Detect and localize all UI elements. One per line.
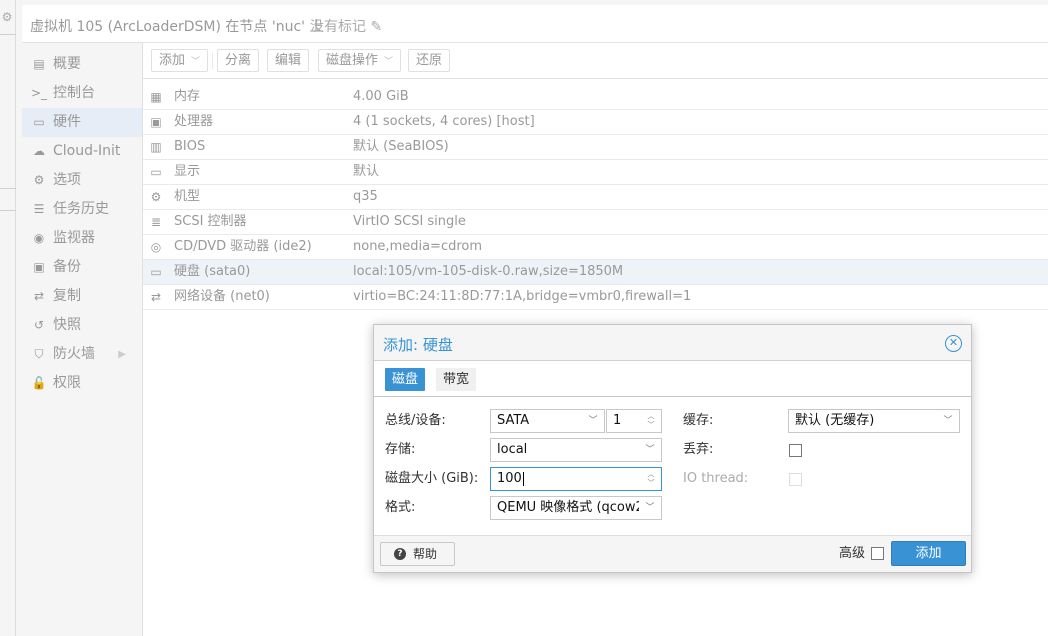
chevron-down-icon: ﹀ <box>639 439 661 461</box>
tab-disk[interactable]: 磁盘 <box>385 368 426 391</box>
iothread-checkbox <box>789 473 802 486</box>
advanced-label: 高级 <box>839 546 866 561</box>
page-title: 虚拟机 105 (ArcLoaderDSM) 在节点 'nuc' 上 <box>30 19 324 35</box>
revert-button[interactable]: 还原 <box>408 49 451 72</box>
toolbar: 添加 ﹀ 分离 编辑 磁盘操作 ﹀ 还原 <box>143 43 1048 79</box>
hardware-row-network[interactable]: ⇄ 网络设备 (net0) virtio=BC:24:11:8D:77:1A,bri… <box>143 285 1048 310</box>
sidebar-item-firewall[interactable]: ⛉ 防火墙 ▶ <box>22 340 142 369</box>
eye-icon: ◉ <box>33 231 45 245</box>
storage-label: 存储: <box>385 442 416 457</box>
advanced-checkbox[interactable] <box>871 547 884 560</box>
cpu-icon: ▣ <box>150 115 162 129</box>
storage-select[interactable]: local ﹀ <box>490 438 662 462</box>
device-number-spinner[interactable]: 1 ︿ ﹀ <box>606 409 662 433</box>
dialog-form: 总线/设备: SATA ﹀ 1 ︿ ﹀ 存储: local ﹀ 磁盘大小 (GiB): … <box>374 397 971 535</box>
chevron-down-icon: ﹀ <box>937 410 959 432</box>
help-button[interactable]: ? 帮助 <box>380 542 455 566</box>
cdrom-icon: ◎ <box>150 240 162 254</box>
divider <box>0 188 16 189</box>
text-cursor <box>522 471 524 486</box>
detach-button[interactable]: 分离 <box>217 49 260 72</box>
book-icon: ▤ <box>33 57 45 71</box>
hdd-icon: ▭ <box>150 265 162 279</box>
sidebar-item-backup[interactable]: ▣ 备份 <box>22 253 142 282</box>
add-button[interactable]: 添加 ﹀ <box>151 49 209 72</box>
list-icon: ☰ <box>33 202 45 216</box>
hardware-row-memory[interactable]: ▦ 内存 4.00 GiB <box>143 85 1048 110</box>
format-label: 格式: <box>385 500 416 515</box>
divider <box>0 210 16 211</box>
cogs-icon: ⚙ <box>150 190 162 204</box>
gear-icon[interactable]: ⚙ <box>0 10 14 24</box>
sidebar-item-monitor[interactable]: ◉ 监视器 <box>22 224 142 253</box>
terminal-icon: >_ <box>31 86 48 100</box>
chevron-down-icon: ﹀ <box>639 497 661 519</box>
add-harddisk-dialog: 添加: 硬盘 ✕ 磁盘 带宽 总线/设备: SATA ﹀ 1 ︿ ﹀ 存储: loca… <box>373 324 972 573</box>
sidebar-nav: ▤ 概要 >_ 控制台 ▭ 硬件 ☁ Cloud-Init ⚙ 选项 ☰ 任务历史 ◉ 监视器… <box>22 43 143 636</box>
memory-icon: ▦ <box>150 90 162 104</box>
discard-checkbox[interactable] <box>789 444 802 457</box>
cache-label: 缓存: <box>683 413 714 428</box>
left-strip: ⚙ <box>0 0 16 636</box>
sidebar-item-options[interactable]: ⚙ 选项 <box>22 166 142 195</box>
desktop-icon: ▭ <box>150 165 162 179</box>
gear-icon: ⚙ <box>33 173 45 187</box>
exchange-icon: ⇄ <box>150 290 162 304</box>
title-bar: 虚拟机 105 (ArcLoaderDSM) 在节点 'nuc' 上 没有标记 … <box>22 5 1048 43</box>
edit-button[interactable]: 编辑 <box>267 49 310 72</box>
retweet-icon: ⇄ <box>33 289 45 303</box>
chevron-down-icon: ﹀ <box>582 410 604 432</box>
dialog-header: 添加: 硬盘 ✕ <box>374 325 971 361</box>
bus-label: 总线/设备: <box>385 413 446 428</box>
unlock-icon: 🔓 <box>31 376 47 390</box>
sidebar-item-snapshots[interactable]: ↺ 快照 <box>22 311 142 340</box>
close-icon[interactable]: ✕ <box>945 335 962 352</box>
microchip-icon: ▥ <box>150 140 162 154</box>
chevron-down-icon: ﹀ <box>384 57 394 67</box>
hardware-row-machine[interactable]: ⚙ 机型 q35 <box>143 185 1048 210</box>
sidebar-item-task-history[interactable]: ☰ 任务历史 <box>22 195 142 224</box>
sidebar-item-console[interactable]: >_ 控制台 <box>22 79 142 108</box>
database-icon: ≣ <box>150 215 162 229</box>
sidebar-item-cloudinit[interactable]: ☁ Cloud-Init <box>22 137 142 166</box>
spinner-arrows-icon[interactable]: ︿ ﹀ <box>641 468 661 490</box>
sidebar-item-hardware[interactable]: ▭ 硬件 <box>22 108 142 137</box>
pencil-icon: ✎ <box>370 19 383 35</box>
divider <box>0 34 16 35</box>
add-confirm-button[interactable]: 添加 <box>891 541 966 566</box>
cache-select[interactable]: 默认 (无缓存) ﹀ <box>788 409 960 433</box>
tab-bandwidth[interactable]: 带宽 <box>436 368 477 391</box>
bus-select[interactable]: SATA ﹀ <box>490 409 605 433</box>
shield-icon: ⛉ <box>34 347 44 361</box>
dialog-tabs: 磁盘 带宽 <box>374 361 971 397</box>
dialog-footer: ? 帮助 高级 添加 <box>374 535 971 572</box>
iothread-label: IO thread: <box>683 471 749 486</box>
hardware-row-cdrom[interactable]: ◎ CD/DVD 驱动器 (ide2) none,media=cdrom <box>143 235 1048 260</box>
hardware-row-cpu[interactable]: ▣ 处理器 4 (1 sockets, 4 cores) [host] <box>143 110 1048 135</box>
sidebar-item-replication[interactable]: ⇄ 复制 <box>22 282 142 311</box>
disk-action-button[interactable]: 磁盘操作 ﹀ <box>318 49 402 72</box>
tag-edit[interactable]: 没有标记 ✎ <box>310 16 382 36</box>
floppy-icon: ▣ <box>33 260 45 274</box>
discard-label: 丢弃: <box>683 442 714 457</box>
chevron-right-icon: ▶ <box>118 349 126 360</box>
hardware-row-bios[interactable]: ▥ BIOS 默认 (SeaBIOS) <box>143 135 1048 160</box>
chevron-down-icon: ﹀ <box>191 57 201 67</box>
dialog-title: 添加: 硬盘 <box>383 336 453 354</box>
sidebar-item-permissions[interactable]: 🔓 权限 <box>22 369 142 398</box>
disk-size-input[interactable]: 100 ︿ ﹀ <box>490 467 662 491</box>
hardware-row-scsi[interactable]: ≣ SCSI 控制器 VirtIO SCSI single <box>143 210 1048 235</box>
disk-size-label: 磁盘大小 (GiB): <box>385 471 479 486</box>
hardware-row-display[interactable]: ▭ 显示 默认 <box>143 160 1048 185</box>
desktop-icon: ▭ <box>33 115 45 129</box>
sidebar-item-summary[interactable]: ▤ 概要 <box>22 50 142 79</box>
cloud-icon: ☁ <box>33 144 45 158</box>
hardware-row-harddisk[interactable]: ▭ 硬盘 (sata0) local:105/vm-105-disk-0.raw,s… <box>143 260 1048 285</box>
spinner-arrows-icon[interactable]: ︿ ﹀ <box>641 410 661 432</box>
format-select[interactable]: QEMU 映像格式 (qcow2) ﹀ <box>490 496 662 520</box>
history-icon: ↺ <box>33 318 45 332</box>
divider <box>212 53 213 69</box>
question-icon: ? <box>394 548 406 560</box>
